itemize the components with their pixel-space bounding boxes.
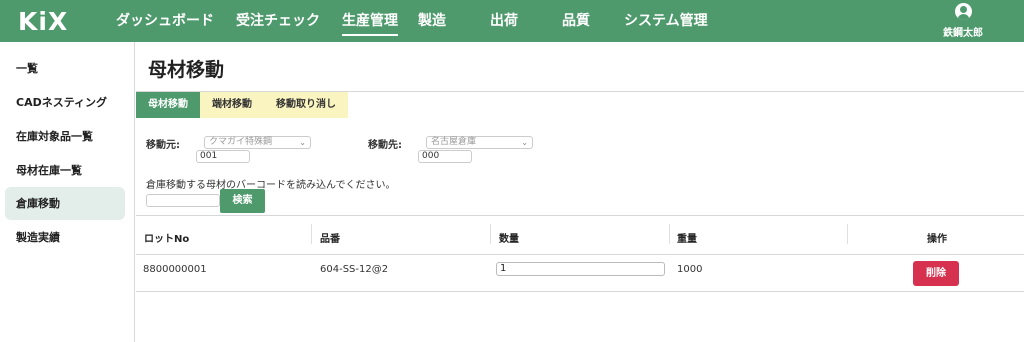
quantity-input[interactable]: 1 [496,262,665,276]
table-top-border [136,215,1024,216]
main-nav: ダッシュボード 受注チェック 生産管理 製造 出荷 品質 システム管理 [106,0,718,42]
from-select[interactable]: クマガイ特殊鋼 ⌄ [204,136,311,149]
to-select[interactable]: 名古屋倉庫 ⌄ [426,136,533,149]
barcode-input[interactable] [146,194,220,207]
top-navigation-bar: KiX ダッシュボード 受注チェック 生産管理 製造 出荷 品質 システム管理 … [0,0,1024,42]
chevron-down-icon: ⌄ [521,138,528,147]
column-separator [669,224,670,244]
column-header-part-no: 品番 [320,234,340,245]
user-name: 鉄鋼太郎 [943,28,983,39]
tab-offcut-move[interactable]: 端材移動 [200,92,264,118]
from-code-field[interactable]: 001 [196,150,250,163]
nav-dashboard[interactable]: ダッシュボード [106,0,224,42]
to-select-value: 名古屋倉庫 [431,137,477,147]
nav-quality[interactable]: 品質 [552,0,600,42]
table-header-divider [136,254,1024,255]
sidebar-item-stock-target-list[interactable]: 在庫対象品一覧 [5,120,125,153]
user-icon [954,3,972,20]
table-row-divider [136,291,1024,292]
delete-button[interactable]: 削除 [913,261,959,286]
column-separator [490,224,491,244]
column-separator [847,224,848,244]
to-code-field[interactable]: 000 [418,150,472,163]
barcode-instruction: 倉庫移動する母材のバーコードを読み込んでください。 [146,180,396,191]
column-header-quantity: 数量 [499,234,519,245]
page-title: 母材移動 [148,59,225,81]
sidebar-item-warehouse-move[interactable]: 倉庫移動 [5,187,125,220]
from-label: 移動元: [146,140,180,151]
nav-shipping[interactable]: 出荷 [480,0,528,42]
nav-production-management[interactable]: 生産管理 [332,0,408,42]
cell-weight: 1000 [677,264,703,275]
nav-manufacturing[interactable]: 製造 [408,0,456,42]
user-menu[interactable]: 鉄鋼太郎 [938,3,988,39]
tab-base-material-move[interactable]: 母材移動 [136,92,200,118]
column-separator [311,224,312,244]
cell-part-no: 604-SS-12@2 [320,264,389,275]
nav-order-check[interactable]: 受注チェック [226,0,330,42]
sidebar: 一覧 CADネスティング 在庫対象品一覧 母材在庫一覧 倉庫移動 製造実績 [0,42,135,342]
column-header-action: 操作 [927,234,947,245]
sidebar-item-list[interactable]: 一覧 [5,52,125,85]
tab-move-cancel[interactable]: 移動取り消し [264,92,348,118]
tab-bar: 母材移動 端材移動 移動取り消し [136,92,348,118]
nav-system-management[interactable]: システム管理 [614,0,718,42]
cell-lot-no: 8800000001 [143,264,207,275]
sidebar-item-production-results[interactable]: 製造実績 [5,221,125,254]
chevron-down-icon: ⌄ [299,138,306,147]
search-button[interactable]: 検索 [220,189,265,213]
from-select-value: クマガイ特殊鋼 [209,137,273,147]
column-header-weight: 重量 [677,234,697,245]
column-header-lot-no: ロットNo [144,234,190,245]
sidebar-item-base-material-stock[interactable]: 母材在庫一覧 [5,154,125,187]
to-label: 移動先: [368,140,402,151]
sidebar-item-cad-nesting[interactable]: CADネスティング [5,86,125,119]
kix-logo[interactable]: KiX [18,7,68,36]
